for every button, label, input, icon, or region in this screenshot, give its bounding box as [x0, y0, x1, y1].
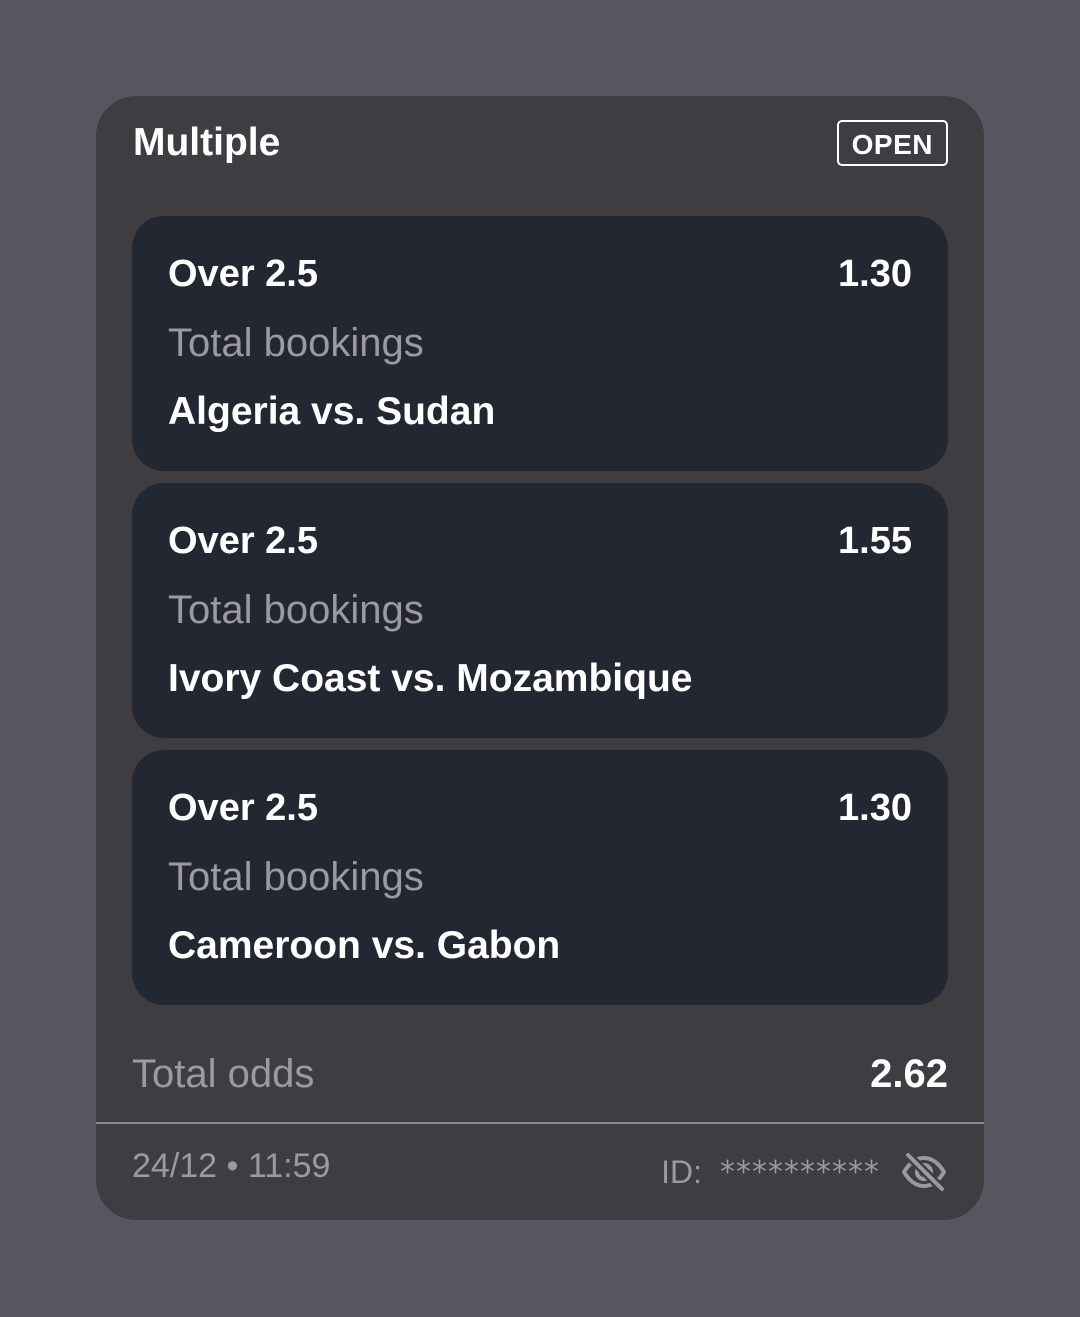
leg-match: Ivory Coast vs. Mozambique	[168, 657, 693, 700]
footer-divider	[96, 1122, 984, 1124]
bet-id-value: **********	[720, 1154, 880, 1190]
bet-leg[interactable]: Over 2.5 1.30 Total bookings Algeria vs.…	[132, 216, 948, 471]
bet-type-title: Multiple	[133, 121, 281, 164]
leg-odds: 1.55	[838, 520, 912, 562]
leg-market: Total bookings	[168, 588, 424, 632]
leg-odds: 1.30	[838, 253, 912, 295]
leg-selection: Over 2.5	[168, 253, 318, 295]
bet-leg[interactable]: Over 2.5 1.55 Total bookings Ivory Coast…	[132, 483, 948, 738]
bet-legs-list: Over 2.5 1.30 Total bookings Algeria vs.…	[132, 216, 948, 1017]
bet-id-label: ID:	[661, 1153, 702, 1190]
eye-off-icon[interactable]	[900, 1151, 948, 1193]
total-odds-label: Total odds	[132, 1052, 315, 1096]
bet-leg[interactable]: Over 2.5 1.30 Total bookings Cameroon vs…	[132, 750, 948, 1005]
leg-match: Algeria vs. Sudan	[168, 390, 496, 433]
total-odds-value: 2.62	[870, 1052, 948, 1096]
leg-selection: Over 2.5	[168, 520, 318, 562]
bet-datetime: 24/12 • 11:59	[132, 1147, 331, 1185]
leg-market: Total bookings	[168, 855, 424, 899]
leg-market: Total bookings	[168, 321, 424, 365]
leg-selection: Over 2.5	[168, 787, 318, 829]
leg-odds: 1.30	[838, 787, 912, 829]
leg-match: Cameroon vs. Gabon	[168, 924, 561, 967]
bet-card[interactable]: Multiple OPEN Over 2.5 1.30 Total bookin…	[96, 96, 984, 1220]
bet-id: ID: **********	[661, 1148, 948, 1196]
status-badge: OPEN	[836, 120, 948, 166]
